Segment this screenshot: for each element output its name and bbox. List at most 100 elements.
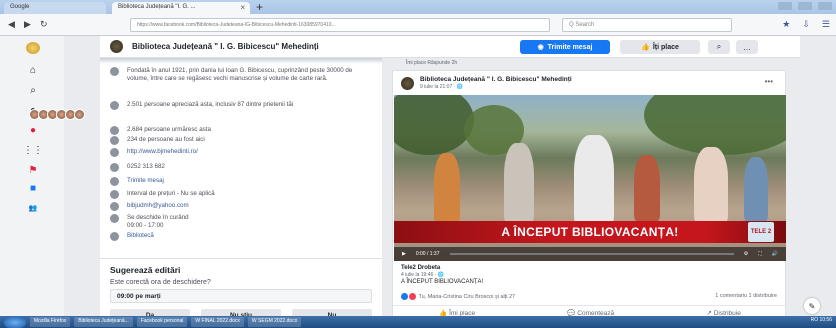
page-avatar[interactable] <box>110 40 123 53</box>
checkin-icon <box>110 136 119 145</box>
shared-date[interactable]: 4 iulie la 19:46 · 🌐 <box>401 272 444 278</box>
about-row-text: 0252 313 682 <box>127 163 165 170</box>
menu-icon[interactable]: ☰ <box>822 19 830 30</box>
friend-avatar[interactable] <box>74 109 85 120</box>
about-row-content: Interval de prețuri - Nu se aplică <box>127 190 215 198</box>
browser-navbar: ◀ ▶ ↻ https://www.facebook.com/Bibliotec… <box>0 14 836 36</box>
like-page-label: Îți place <box>652 43 679 51</box>
phone-icon <box>110 163 119 172</box>
video-banner: A ÎNCEPUT BIBLIOVACANȚA! <box>394 221 786 243</box>
close-icon[interactable]: × <box>240 3 245 12</box>
close-window-button[interactable] <box>818 2 832 10</box>
facebook-left-rail: ⌂ ⌕ ● ● ⋮⋮ ⚑ ■ 👥 <box>0 36 64 316</box>
friend-faces <box>29 109 85 120</box>
about-row: Se deschide în curând 09:00 - 17:00 <box>110 214 370 229</box>
post-options-icon[interactable]: ••• <box>765 77 773 86</box>
shared-author[interactable]: Tele2 Drobeta <box>401 265 440 271</box>
about-row-content: http://www.bjmehedinti.ro/ <box>127 148 198 156</box>
address-bar[interactable]: https://www.facebook.com/Biblioteca-Jude… <box>130 18 550 32</box>
about-row-content: Se deschide în curând 09:00 - 17:00 <box>127 214 189 229</box>
video-child <box>744 157 768 221</box>
post-date[interactable]: 9 iulie la 21:07 · 🌐 <box>420 84 463 90</box>
play-icon[interactable]: ▶ <box>402 251 406 257</box>
window-controls <box>778 2 832 10</box>
maximize-button[interactable] <box>798 2 812 10</box>
video-child <box>434 153 460 223</box>
hours-text: 09:00 - 17:00 <box>127 221 164 229</box>
browser-search-input[interactable]: Q Search <box>562 18 732 32</box>
settings-icon[interactable]: ⚙ <box>744 251 748 257</box>
messenger-icon[interactable]: ● <box>26 124 40 136</box>
new-message-button[interactable]: ✎ <box>804 298 820 314</box>
video-child <box>694 147 728 223</box>
about-row-text[interactable]: Trimite mesaj <box>127 177 164 184</box>
about-row: Fondată în anul 1921, prin dania lui Ioa… <box>110 67 370 82</box>
groups-icon[interactable]: ■ <box>26 182 40 194</box>
about-row-text[interactable]: bibjudmh@yahoo.com <box>127 202 189 209</box>
taskbar-item[interactable]: W SEGM 2022.docx <box>247 317 302 327</box>
map-strip <box>100 58 382 64</box>
forward-icon[interactable]: ▶ <box>24 19 31 30</box>
suggest-title: Sugerează editări <box>110 265 181 275</box>
home-icon[interactable]: ⌂ <box>26 64 40 76</box>
compose-icon: ✎ <box>808 301 816 311</box>
page-search-button[interactable]: ⌕ <box>708 40 730 54</box>
about-row-content: 0252 313 682 <box>127 163 165 171</box>
bookmark-icon[interactable]: ★ <box>782 19 790 30</box>
about-row-content: 2.501 persoane apreciază asta, inclusiv … <box>127 101 293 109</box>
page-title[interactable]: Biblioteca Județeană " I. G. Bibicescu" … <box>132 42 319 51</box>
video-progress[interactable] <box>449 253 734 255</box>
page-header: Biblioteca Județeană " I. G. Bibicescu" … <box>100 36 800 58</box>
downloads-icon[interactable]: ⇩ <box>802 19 810 30</box>
globe-icon <box>110 148 119 157</box>
video-controls: ▶ 0:00 / 1:37 ⚙ ⛶ 🔊 <box>394 247 786 261</box>
reload-icon[interactable]: ↻ <box>40 19 48 30</box>
pages-flag-icon[interactable]: ⚑ <box>26 164 40 176</box>
new-tab-button[interactable]: + <box>256 0 263 14</box>
about-row-content: bibjudmh@yahoo.com <box>127 202 189 210</box>
taskbar-item[interactable]: W FINAL 2022.docx <box>191 317 244 327</box>
tab-facebook[interactable]: Biblioteca Județeană "I. G. ... × <box>112 2 250 14</box>
video-child <box>574 135 614 225</box>
about-row-text: 2.501 persoane apreciază asta, inclusiv … <box>127 101 294 108</box>
taskbar-item[interactable]: Facebook personal <box>136 317 188 327</box>
taskbar-item[interactable]: Biblioteca Județeană... <box>74 317 133 327</box>
taskbar-item[interactable]: Mozilla Firefox <box>30 317 71 327</box>
hours-value: 09:00 pe marți <box>110 289 372 303</box>
fullscreen-icon[interactable]: ⛶ <box>758 251 762 257</box>
friends-icon[interactable]: 👥 <box>26 202 40 214</box>
about-row-text[interactable]: Bibliotecă <box>127 232 154 239</box>
volume-icon[interactable]: 🔊 <box>772 251 778 257</box>
about-row[interactable]: Trimite mesaj <box>110 177 370 186</box>
back-icon[interactable]: ◀ <box>8 19 15 30</box>
category-icon <box>110 232 119 241</box>
post-author-avatar[interactable] <box>401 77 414 90</box>
like-page-button[interactable]: 👍 Îți place <box>620 40 700 54</box>
post-video[interactable]: A ÎNCEPUT BIBLIOVACANȚA! TELE 2 ▶ 0:00 /… <box>394 95 786 261</box>
send-message-button[interactable]: ◉ Trimite mesaj <box>520 40 610 54</box>
os-taskbar: Mozilla Firefox Biblioteca Județeană... … <box>0 316 836 328</box>
channel-logo: TELE 2 <box>748 222 774 242</box>
video-tree <box>394 95 474 155</box>
tab-google[interactable]: Google <box>4 2 106 14</box>
search-icon[interactable]: ⌕ <box>26 84 40 96</box>
comment-share-count[interactable]: 1 comentariu 1 distribuire <box>715 293 777 299</box>
video-child <box>634 155 660 221</box>
system-clock: RO 10:56 <box>810 317 832 323</box>
more-button[interactable]: … <box>736 40 758 54</box>
minimize-button[interactable] <box>778 2 792 10</box>
about-row[interactable]: http://www.bjmehedinti.ro/ <box>110 148 370 157</box>
post-author[interactable]: Biblioteca Județeană " I. G. Bibicescu" … <box>420 76 572 83</box>
profile-icon[interactable] <box>26 42 40 54</box>
about-row[interactable]: Bibliotecă <box>110 232 370 241</box>
start-button[interactable] <box>4 316 26 328</box>
about-row-text[interactable]: http://www.bjmehedinti.ro/ <box>127 148 198 155</box>
about-row[interactable]: bibjudmh@yahoo.com <box>110 202 370 211</box>
reactions-summary[interactable]: Tu, Maria-Cristina Ciru Broscoi și alți … <box>401 293 515 300</box>
about-row: 234 de persoane au fost aici <box>110 136 370 145</box>
about-row: 2.501 persoane apreciază asta, inclusiv … <box>110 101 370 110</box>
post-column: Îmi place Răspunde 2h Biblioteca Județea… <box>392 58 787 320</box>
apps-grid-icon[interactable]: ⋮⋮ <box>23 144 43 156</box>
price-icon <box>110 190 119 199</box>
browser-toolbar-icons: ★ ⇩ ☰ <box>782 19 830 30</box>
